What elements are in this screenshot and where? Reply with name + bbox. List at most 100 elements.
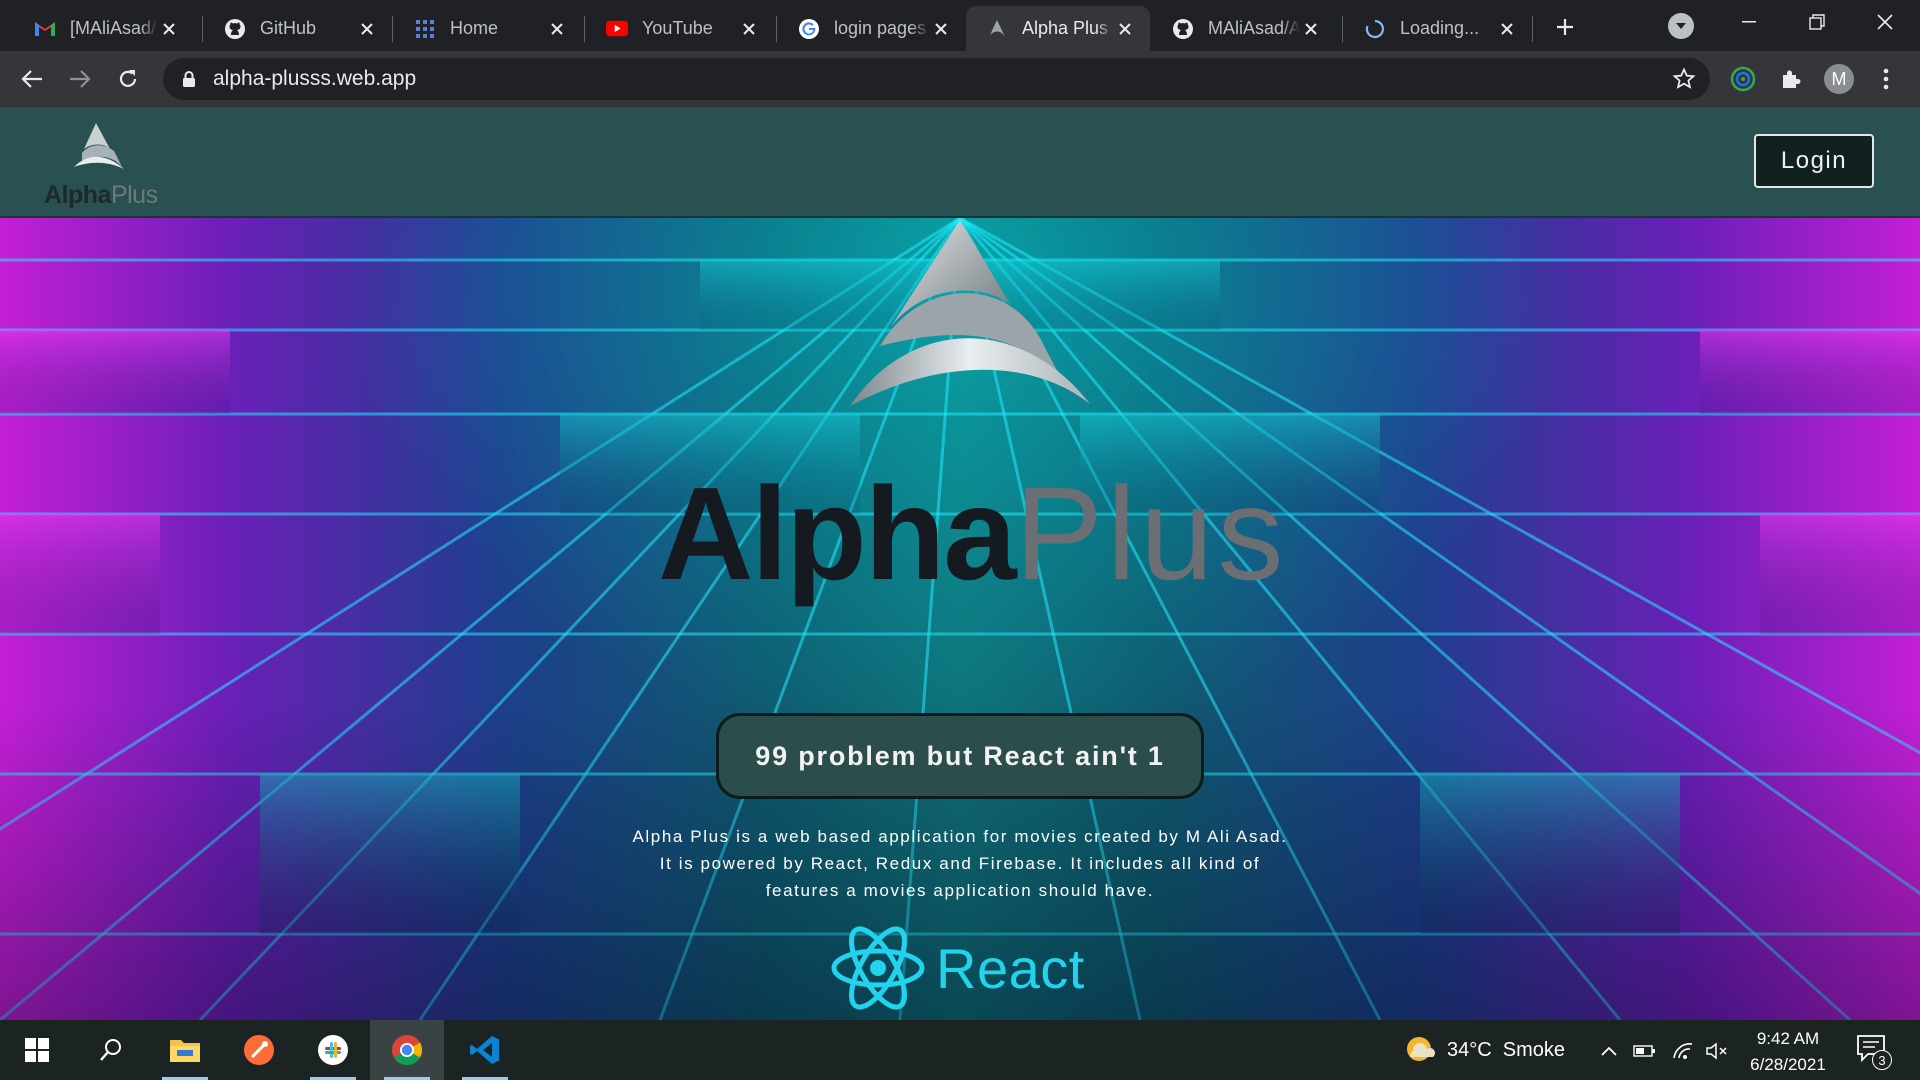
taskbar-postman[interactable] (222, 1020, 296, 1080)
brand-word-plus: Plus (110, 181, 158, 209)
close-tab-icon[interactable] (738, 18, 760, 40)
brand-wordmark: AlphaPlus (44, 181, 158, 210)
bookmark-star-icon[interactable] (1672, 67, 1696, 96)
reload-icon (119, 70, 137, 87)
wifi-icon[interactable] (1670, 1038, 1696, 1064)
close-tab-icon[interactable] (546, 18, 568, 40)
battery-icon[interactable] (1632, 1038, 1658, 1064)
spinner-icon (1364, 18, 1386, 40)
taskbar-chrome[interactable] (370, 1020, 444, 1080)
close-window-button[interactable] (1850, 0, 1920, 44)
speaker-muted-icon[interactable] (1704, 1038, 1730, 1064)
tab-separator (202, 16, 203, 42)
restore-icon (1809, 14, 1825, 30)
tab-gmail[interactable]: [MAliAsad/S (14, 6, 194, 51)
app-description: Alpha Plus is a web based application fo… (560, 823, 1360, 904)
tab-separator (584, 16, 585, 42)
tab-home[interactable]: Home (394, 6, 582, 51)
tab-title: Loading... (1400, 18, 1480, 38)
hero-wordmark: AlphaPlus (658, 468, 1287, 600)
reload-button[interactable] (112, 63, 144, 95)
react-atom-icon (831, 926, 925, 1010)
windows-taskbar: 34°C Smoke 9:42 AM 6/28/2021 3 (0, 1020, 1920, 1080)
taskbar-file-explorer[interactable] (148, 1020, 222, 1080)
close-tab-icon[interactable] (158, 18, 180, 40)
minimize-icon (1742, 21, 1756, 23)
web-page: AlphaPlus Login AlphaPlus 99 problem but… (0, 107, 1920, 1020)
github-icon (1172, 18, 1194, 40)
google-icon (798, 18, 820, 40)
browser-toolbar: alpha-plusss.web.app M (0, 51, 1920, 107)
close-tab-icon[interactable] (356, 18, 378, 40)
youtube-icon (606, 18, 628, 40)
menu-kebab-icon[interactable] (1870, 63, 1902, 95)
tab-title: Home (450, 18, 499, 38)
minimize-button[interactable] (1714, 0, 1784, 44)
tab-title: YouTube (642, 18, 713, 38)
tab-github-repo[interactable]: MAliAsad/A (1152, 6, 1336, 51)
extension-icon[interactable] (1727, 63, 1759, 95)
alpha-plus-logo (850, 220, 1090, 406)
github-icon (224, 18, 246, 40)
search-icon (100, 1039, 121, 1061)
alpha-logo-icon (74, 123, 124, 169)
tagline-badge: 99 problem but React ain't 1 (716, 713, 1204, 799)
windows-logo-icon (25, 1038, 49, 1062)
tab-title: MAliAsad/A (1208, 18, 1300, 38)
tab-login-pages[interactable]: login pages (778, 6, 966, 51)
alpha-icon (986, 18, 1008, 40)
system-clock[interactable]: 9:42 AM 6/28/2021 (1736, 1026, 1840, 1078)
tab-alpha-plus[interactable]: Alpha Plus (966, 6, 1150, 51)
close-tab-icon[interactable] (1300, 18, 1322, 40)
close-tab-icon[interactable] (1496, 18, 1518, 40)
back-button[interactable] (16, 63, 48, 95)
tab-search-button[interactable] (1668, 13, 1694, 39)
weather-sun-icon (1407, 1037, 1435, 1061)
vscode-icon (470, 1036, 499, 1064)
hero-section: AlphaPlus 99 problem but React ain't 1 A… (0, 218, 1920, 1020)
tab-loading[interactable]: Loading... (1344, 6, 1532, 51)
action-center-button[interactable]: 3 (1856, 1034, 1892, 1070)
start-button[interactable] (0, 1020, 74, 1080)
tab-github[interactable]: GitHub (204, 6, 392, 51)
brand-word-alpha: Alpha (44, 181, 111, 209)
chrome-icon (392, 1035, 423, 1066)
taskbar-vscode[interactable] (448, 1020, 522, 1080)
hero-word-alpha: Alpha (658, 460, 1017, 607)
lock-icon (179, 70, 199, 88)
url-text: alpha-plusss.web.app (213, 67, 417, 90)
hero-word-plus: Plus (1014, 460, 1288, 607)
description-line: Alpha Plus is a web based application fo… (632, 827, 1288, 846)
tab-title: Alpha Plus (1022, 18, 1109, 38)
brand-logo[interactable]: AlphaPlus (44, 121, 158, 209)
folder-icon (170, 1040, 200, 1062)
weather-widget[interactable]: 34°C Smoke (1405, 1020, 1565, 1080)
login-button[interactable]: Login (1754, 134, 1874, 188)
slack-icon (318, 1035, 348, 1065)
app-header: AlphaPlus Login (0, 107, 1920, 218)
forward-button[interactable] (64, 63, 96, 95)
react-logo: React (830, 918, 1085, 1018)
description-line: It is powered by React, Redux and Fireba… (659, 854, 1261, 873)
tab-title: login pages (834, 18, 927, 38)
close-tab-icon[interactable] (930, 18, 952, 40)
restore-button[interactable] (1782, 0, 1852, 44)
description-line: features a movies application should hav… (765, 881, 1155, 900)
arrow-right-icon (70, 70, 91, 88)
tab-strip: [MAliAsad/S GitHub Home YouTube login pa… (0, 0, 1920, 51)
close-tab-icon[interactable] (1114, 18, 1136, 40)
tab-title: [MAliAsad/S (70, 18, 158, 38)
address-bar[interactable]: alpha-plusss.web.app (163, 58, 1710, 100)
taskbar-search-button[interactable] (74, 1020, 148, 1080)
weather-text: 34°C Smoke (1447, 1038, 1566, 1061)
taskbar-slack[interactable] (296, 1020, 370, 1080)
arrow-left-icon (21, 70, 42, 88)
extensions-puzzle-icon[interactable] (1775, 63, 1807, 95)
grid-icon (414, 18, 436, 40)
gmail-icon (34, 18, 56, 40)
tab-youtube[interactable]: YouTube (586, 6, 774, 51)
profile-avatar[interactable]: M (1824, 64, 1854, 94)
new-tab-button[interactable] (1550, 12, 1580, 42)
notification-count: 3 (1872, 1050, 1892, 1070)
chevron-up-icon[interactable] (1596, 1038, 1622, 1064)
